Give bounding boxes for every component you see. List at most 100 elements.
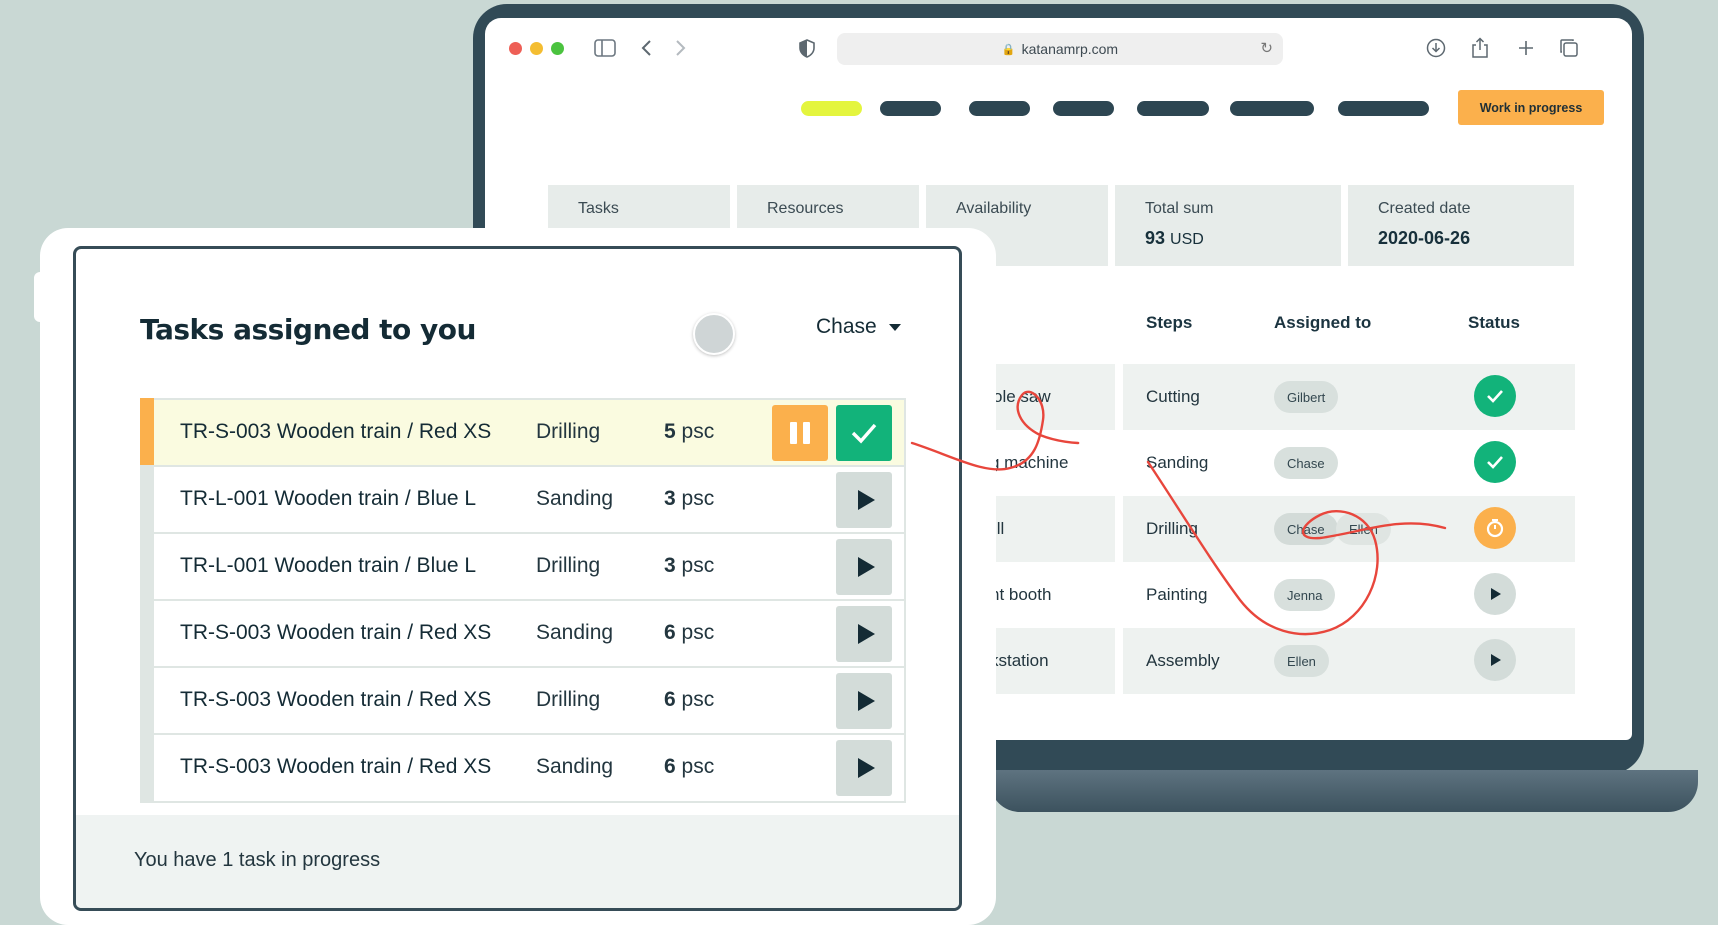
assignee-chip[interactable]: Ellen	[1336, 513, 1391, 545]
task-qty-unit: psc	[681, 755, 715, 778]
progress-step-pill	[1053, 101, 1114, 116]
task-name: TR-L-001 Wooden train / Blue L	[180, 554, 477, 577]
lock-icon: 🔒	[1001, 43, 1016, 56]
created-date-value: 2020-06-26	[1378, 228, 1471, 248]
task-name: TR-S-003 Wooden train / Red XS	[180, 420, 492, 443]
play-icon	[857, 758, 875, 778]
task-qty-unit: psc	[681, 420, 715, 443]
task-step: Drilling	[536, 420, 601, 443]
status-done-icon[interactable]	[1474, 375, 1516, 417]
task-quantity: 3 psc	[664, 554, 714, 578]
assignee-chip[interactable]: Gilbert	[1274, 381, 1339, 413]
task-step: Sanding	[536, 487, 614, 510]
sidebar-icon[interactable]	[593, 36, 617, 60]
download-icon[interactable]	[1425, 36, 1447, 60]
step-cell: Sanding	[1146, 453, 1209, 472]
task-row[interactable]: TR-S-003 Wooden train / Red XS Sanding 6…	[140, 599, 906, 669]
task-row[interactable]: TR-L-001 Wooden train / Blue L Sanding 3…	[140, 465, 906, 535]
assignee-chip[interactable]: Chase	[1274, 513, 1338, 545]
assignee-chip[interactable]: Jenna	[1274, 579, 1336, 611]
start-button[interactable]	[836, 539, 892, 595]
play-icon	[857, 557, 875, 577]
resource-cell: ole saw	[993, 387, 1051, 406]
progress-step-pill	[1338, 101, 1429, 116]
pause-button[interactable]	[772, 405, 828, 461]
task-quantity: 5 psc	[664, 420, 714, 444]
column-header-status[interactable]: Status	[1468, 313, 1520, 333]
close-window-button[interactable]	[509, 42, 522, 55]
task-row-indicator	[140, 465, 154, 535]
task-row[interactable]: TR-S-003 Wooden train / Red XS Drilling …	[140, 666, 906, 736]
total-sum-value: 93	[1145, 228, 1166, 248]
step-cell: Cutting	[1146, 387, 1200, 406]
minimize-window-button[interactable]	[530, 42, 543, 55]
task-qty-unit: psc	[681, 554, 715, 577]
resource-cell: nt booth	[990, 585, 1052, 604]
step-cell: Assembly	[1146, 651, 1220, 670]
user-select-value: Chase	[816, 315, 877, 338]
step-cell: Drilling	[1146, 519, 1198, 538]
progress-step-pill	[801, 101, 862, 116]
status-in-progress-icon[interactable]	[1474, 507, 1516, 549]
step-cell: Painting	[1146, 585, 1208, 604]
task-qty-value: 6	[664, 688, 676, 711]
shield-icon[interactable]	[797, 36, 817, 60]
start-button[interactable]	[836, 740, 892, 796]
task-name: TR-S-003 Wooden train / Red XS	[180, 621, 492, 644]
zoom-window-button[interactable]	[551, 42, 564, 55]
tabs-icon[interactable]	[1558, 36, 1580, 60]
task-row[interactable]: TR-S-003 Wooden train / Red XS Sanding 6…	[140, 733, 906, 803]
work-in-progress-button[interactable]: Work in progress	[1458, 90, 1604, 125]
tasks-in-progress-text: You have 1 task in progress	[134, 849, 381, 871]
assignee-chip[interactable]: Chase	[1274, 447, 1338, 479]
summary-label: Total sum	[1145, 200, 1214, 217]
task-row-indicator	[140, 532, 154, 602]
summary-label: Created date	[1378, 200, 1471, 217]
summary-card-created-date: Created date 2020-06-26	[1348, 185, 1574, 266]
play-icon	[857, 691, 875, 711]
forward-icon[interactable]	[672, 36, 690, 60]
complete-button[interactable]	[836, 405, 892, 461]
user-select[interactable]: Chase	[816, 315, 901, 339]
task-row-indicator	[140, 599, 154, 669]
assignee-chip[interactable]: Ellen	[1274, 645, 1329, 677]
task-qty-value: 3	[664, 487, 676, 510]
summary-label: Resources	[767, 200, 844, 217]
summary-label: Availability	[956, 200, 1032, 217]
avatar[interactable]	[693, 313, 735, 355]
task-qty-value: 6	[664, 621, 676, 644]
column-header-steps[interactable]: Steps	[1146, 313, 1192, 333]
progress-step-pill	[969, 101, 1030, 116]
back-icon[interactable]	[637, 36, 655, 60]
pause-icon	[803, 422, 810, 444]
status-done-icon[interactable]	[1474, 441, 1516, 483]
task-quantity: 6 psc	[664, 755, 714, 779]
address-url: katanamrp.com	[1021, 41, 1119, 57]
share-icon[interactable]	[1469, 36, 1491, 60]
task-row[interactable]: TR-S-003 Wooden train / Red XS Drilling …	[140, 398, 906, 468]
summary-value: 93 USD	[1145, 228, 1341, 249]
reload-icon[interactable]: ↻	[1260, 39, 1273, 57]
address-bar[interactable]: 🔒 katanamrp.com ↻	[837, 33, 1283, 65]
pause-icon	[790, 422, 797, 444]
status-start-icon[interactable]	[1474, 573, 1516, 615]
start-button[interactable]	[836, 606, 892, 662]
task-row[interactable]: TR-L-001 Wooden train / Blue L Drilling …	[140, 532, 906, 602]
browser-toolbar: 🔒 katanamrp.com ↻	[485, 18, 1632, 78]
progress-step-pill	[1137, 101, 1209, 116]
status-start-icon[interactable]	[1474, 639, 1516, 681]
summary-unit: USD	[1170, 231, 1204, 248]
column-header-assigned[interactable]: Assigned to	[1274, 313, 1371, 333]
play-icon	[857, 490, 875, 510]
start-button[interactable]	[836, 673, 892, 729]
new-tab-icon[interactable]	[1515, 36, 1537, 60]
task-step: Sanding	[536, 755, 614, 778]
progress-step-pill	[1230, 101, 1314, 116]
resource-cell: g machine	[990, 453, 1069, 472]
laptop-base	[990, 770, 1698, 812]
progress-step-pill	[880, 101, 941, 116]
summary-card-total-sum: Total sum 93 USD	[1115, 185, 1341, 266]
task-quantity: 3 psc	[664, 487, 714, 511]
start-button[interactable]	[836, 472, 892, 528]
summary-label: Tasks	[578, 200, 619, 217]
